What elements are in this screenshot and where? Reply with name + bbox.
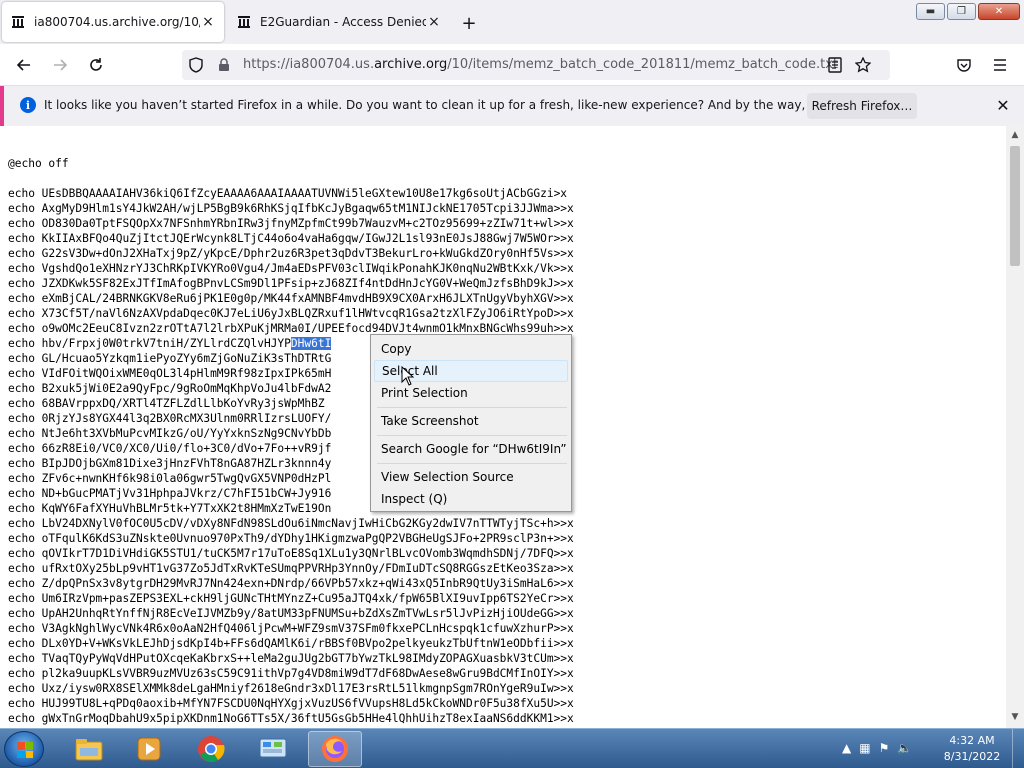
text-line: echo OD830Da0TptFSQOpXx7NFSnhmYRbnIRw3jf… [8, 217, 574, 230]
url-bar[interactable]: https://ia800704.us.archive.org/10/items… [182, 50, 890, 80]
menu-separator [377, 463, 567, 464]
scroll-down-icon[interactable]: ▼ [1010, 712, 1020, 724]
text-line: echo UpAH2UnhqRtYnffNjR8EcVeIJVMZb9y/8at… [8, 607, 574, 620]
reload-icon [90, 58, 102, 71]
close-tab-icon[interactable]: × [200, 14, 216, 30]
show-desktop-button[interactable] [1012, 729, 1024, 768]
menu-item-copy[interactable]: Copy [374, 338, 568, 360]
text-line: echo AxgMyD9Hlm1sY4JkW2AH/wjLP5BgB9k6RhK… [8, 202, 574, 215]
context-menu: Copy Select All Print Selection Take Scr… [370, 334, 572, 512]
tab-title: ia800704.us.archive.org/10/item [34, 15, 200, 29]
menu-icon[interactable] [988, 53, 1012, 77]
close-window-button[interactable]: ✕ [978, 3, 1020, 20]
text-line: echo oTFqulK6KdS3uZNskte0Uvnuo970PxTh9/d… [8, 532, 574, 545]
navigation-bar: https://ia800704.us.archive.org/10/items… [0, 44, 1024, 86]
clock[interactable]: 4:32 AM 8/31/2022 [942, 733, 1002, 765]
text-line: echo Z/dpQPnSx3v8ytgrDH29MvRJ7Nn424exn+D… [8, 577, 574, 590]
text-line: echo G22sV3Dw+dOnJ2XHaTxj9pZ/yKpcE/Dphr2… [8, 247, 574, 260]
text-line: echo Uxz/iysw0RX8SElXMMk8deLgaHMniyf2618… [8, 682, 574, 695]
clock-time: 4:32 AM [949, 734, 995, 747]
scroll-thumb[interactable] [1010, 146, 1020, 266]
taskbar-control-panel[interactable] [246, 731, 300, 767]
info-icon: i [20, 97, 36, 113]
text-line: echo X73Cf5T/naVl6NzAXVpdaDqec0KJ7eLiU6y… [8, 307, 574, 320]
notification-message: It looks like you haven’t started Firefo… [44, 98, 900, 112]
clock-date: 8/31/2022 [943, 750, 1001, 763]
tab-title: E2Guardian - Access Denied [260, 15, 426, 29]
back-arrow-icon [16, 59, 30, 71]
folder-icon [75, 739, 103, 761]
archive-icon [10, 14, 26, 30]
text-line: echo qOVIkrT7D1DiVHdiGK5STU1/tuCK5M7r17u… [8, 547, 574, 560]
selected-text[interactable]: DHw6tI [290, 337, 332, 350]
reader-view-icon[interactable] [823, 53, 847, 77]
text-line: echo Um6IRzVpm+pasZEPS3EXL+ckH9ljGUNcTHt… [8, 592, 574, 605]
text-line: echo pl2ka9uupKLsVVBR9uzMVUz63sC59C91ith… [8, 667, 574, 680]
windows-logo-icon [17, 742, 33, 758]
pocket-icon[interactable] [952, 53, 976, 77]
control-panel-icon [259, 738, 287, 758]
text-line: echo LbV24DXNylV0fOC0U5cDV/vDXy8NFdN98SL… [8, 517, 574, 530]
text-line: @echo off [8, 157, 69, 170]
forward-button[interactable] [48, 53, 72, 77]
start-button[interactable] [4, 731, 44, 767]
bookmark-star-icon[interactable] [851, 53, 875, 77]
close-notification-icon[interactable]: ✕ [992, 94, 1014, 116]
refresh-firefox-button[interactable]: Refresh Firefox… [807, 93, 917, 119]
taskbar-media-player[interactable] [122, 731, 176, 767]
taskbar-file-explorer[interactable] [62, 731, 116, 767]
tab-archive-file[interactable]: ia800704.us.archive.org/10/item × [2, 2, 224, 42]
close-tab-icon[interactable]: × [426, 14, 442, 30]
text-line: echo KkIIAxBFQo4QuZjItctJQErWcynk8LTjC44… [8, 232, 574, 245]
taskbar: ▲ ▦ ⚑ 🔈 4:32 AM 8/31/2022 [0, 728, 1024, 768]
text-line: echo gWxTnGrMoqDbahU9x5pipXKDnm1NoG6TTs5… [8, 712, 574, 725]
firefox-icon [322, 736, 348, 762]
menu-item-search-google[interactable]: Search Google for “DHw6tI9In” [374, 438, 568, 460]
lock-icon[interactable] [216, 57, 232, 73]
system-tray: ▲ ▦ ⚑ 🔈 [842, 741, 912, 755]
taskbar-chrome[interactable] [184, 731, 238, 767]
window-controls: ▬ ❐ ✕ [916, 3, 1020, 20]
maximize-button[interactable]: ❐ [947, 3, 976, 20]
action-center-icon[interactable]: ⚑ [879, 741, 890, 755]
show-hidden-icons-icon[interactable]: ▲ [842, 741, 851, 755]
notification-bar: i It looks like you haven’t started Fire… [0, 86, 1024, 126]
url-text[interactable]: https://ia800704.us.archive.org/10/items… [243, 57, 838, 72]
taskbar-firefox[interactable] [308, 731, 362, 767]
tracking-protection-icon[interactable] [188, 57, 204, 73]
tab-strip: ia800704.us.archive.org/10/item × E2Guar… [0, 0, 1024, 44]
text-line: echo VgshdQo1eXHNzrYJ3ChRKpIVKYRo0Vgu4/J… [8, 262, 574, 275]
reload-button[interactable] [84, 53, 108, 77]
minimize-button[interactable]: ▬ [916, 3, 945, 20]
tab-e2guardian[interactable]: E2Guardian - Access Denied × [228, 2, 450, 42]
forward-arrow-icon [54, 59, 68, 71]
menu-item-inspect[interactable]: Inspect (Q) [374, 488, 568, 510]
text-line: echo JZXDKwk5SF82ExJTfImAfogBPnvLCSm9Dl1… [8, 277, 574, 290]
menu-item-view-selection-source[interactable]: View Selection Source [374, 466, 568, 488]
scroll-up-icon[interactable]: ▲ [1010, 130, 1020, 142]
text-line: echo V3AgkNghlWycVNk4R6x0oAaN2HfQ406ljPc… [8, 622, 574, 635]
text-line [8, 171, 574, 186]
text-line: echo eXmBjCAL/24BRNKGKV8eRu6jPK1E0g0p/MK… [8, 292, 574, 305]
text-line: echo HUJ99TU8L+qPDq0aoxib+MfYN7FSCDU0NqH… [8, 697, 574, 710]
network-icon[interactable]: ▦ [859, 741, 870, 755]
back-button[interactable] [12, 53, 36, 77]
menu-separator [377, 435, 567, 436]
menu-item-take-screenshot[interactable]: Take Screenshot [374, 410, 568, 432]
vertical-scrollbar[interactable]: ▲ ▼ [1006, 126, 1024, 728]
mouse-cursor-icon [401, 366, 414, 386]
text-line: echo ufRxtOXy25bLp9vHT1vG37Zo5JdTxRvKTeS… [8, 562, 574, 575]
new-tab-button[interactable]: + [458, 12, 480, 34]
volume-icon[interactable]: 🔈 [897, 741, 912, 755]
text-line: echo UEsDBBQAAAAIAHV36kiQ6IfZcyEAAAA6AAA… [8, 187, 568, 200]
text-line: echo DLx0YD+V+WKsVkLEJhDjsdKpI4b+FFs6dQA… [8, 637, 574, 650]
menu-separator [377, 407, 567, 408]
media-player-icon [137, 737, 161, 761]
archive-icon [236, 14, 252, 30]
text-line: echo TVaqTQyPyWqVdHPutOXcqeKaKbrxS++leMa… [8, 652, 574, 665]
chrome-icon [198, 736, 225, 762]
